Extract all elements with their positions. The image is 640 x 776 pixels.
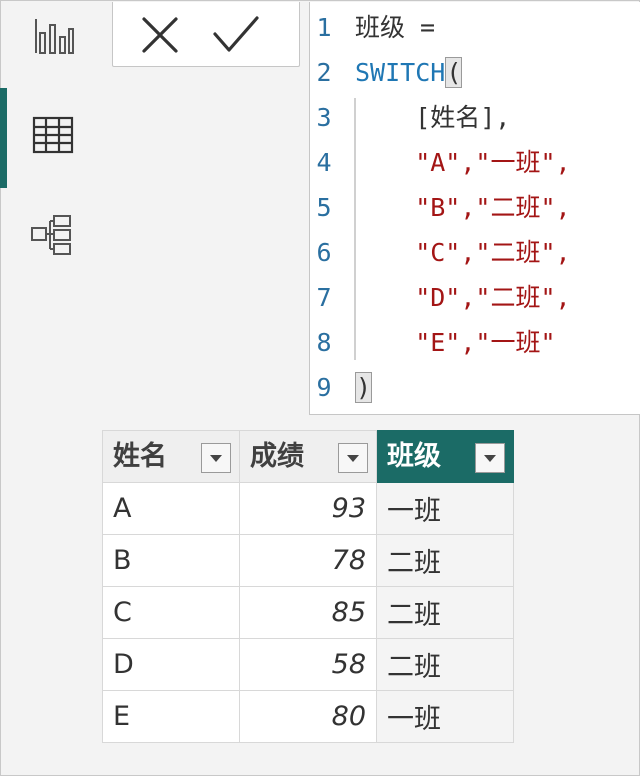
filter-dropdown-icon[interactable] <box>475 442 505 473</box>
filter-dropdown-icon[interactable] <box>338 442 368 473</box>
code-line[interactable]: 5 "B","二班", <box>310 190 640 226</box>
line-number: 7 <box>316 283 332 312</box>
formula-editor[interactable]: 1 班级 = 2 SWITCH(3 [姓名], 4 "A","一班", 5 "B","二班… <box>309 2 640 415</box>
table-row: D 58 二班 <box>102 638 514 691</box>
line-number: 3 <box>316 103 332 132</box>
matched-paren: ) <box>355 372 373 403</box>
cell-score[interactable]: 93 <box>239 482 377 535</box>
cell-class[interactable]: 一班 <box>376 690 514 743</box>
cancel-formula-button[interactable] <box>137 12 183 58</box>
code-token: "D","二班", <box>355 283 571 312</box>
code-text: "C","二班", <box>355 235 571 271</box>
report-view-icon <box>35 19 74 54</box>
confirm-formula-button[interactable] <box>213 12 259 58</box>
view-rail <box>0 0 100 420</box>
column-header-label: 姓名 <box>113 440 167 472</box>
data-table: 姓名 成绩 班级 A 93 一班 B 78 二班 C 85 二班 D 58 二班… <box>102 430 514 743</box>
line-number: 5 <box>316 193 332 222</box>
cell-score[interactable]: 58 <box>239 638 377 691</box>
cell-name[interactable]: C <box>102 586 240 639</box>
table-row: C 85 二班 <box>102 586 514 639</box>
column-header-name[interactable]: 姓名 <box>102 430 240 483</box>
table-view-icon <box>32 116 74 154</box>
code-text: "D","二班", <box>355 280 571 316</box>
code-text: 班级 = <box>355 10 435 46</box>
code-text: "E","一班" <box>355 325 556 361</box>
code-text: "A","一班", <box>355 145 571 181</box>
cell-name[interactable]: D <box>102 638 240 691</box>
table-header-row: 姓名 成绩 班级 <box>102 430 514 483</box>
cell-class[interactable]: 二班 <box>376 534 514 587</box>
line-number: 9 <box>316 373 332 402</box>
matched-paren: ( <box>445 57 463 88</box>
code-line[interactable]: 4 "A","一班", <box>310 145 640 181</box>
code-token: "B","二班", <box>355 193 571 222</box>
report-view-button[interactable] <box>30 15 76 61</box>
table-view-button[interactable] <box>30 112 76 158</box>
code-text: ) <box>355 370 373 406</box>
column-header-class[interactable]: 班级 <box>376 430 514 483</box>
code-line[interactable]: 7 "D","二班", <box>310 280 640 316</box>
code-token: SWITCH <box>355 58 446 87</box>
code-line[interactable]: 2 SWITCH( <box>310 55 640 91</box>
model-view-icon <box>31 215 71 255</box>
column-header-score[interactable]: 成绩 <box>239 430 377 483</box>
table-row: A 93 一班 <box>102 482 514 535</box>
close-icon <box>142 17 178 53</box>
code-line[interactable]: 9) <box>310 370 640 406</box>
formula-commit-bar <box>112 2 300 67</box>
cell-name[interactable]: A <box>102 482 240 535</box>
code-text: "B","二班", <box>355 190 571 226</box>
code-line[interactable]: 8 "E","一班" <box>310 325 640 361</box>
line-number: 6 <box>316 238 332 267</box>
cell-score[interactable]: 78 <box>239 534 377 587</box>
code-token: "A","一班", <box>355 148 571 177</box>
code-text: SWITCH( <box>355 55 463 91</box>
code-line[interactable]: 1 班级 = <box>310 10 640 46</box>
cell-name[interactable]: E <box>102 690 240 743</box>
indent-guide <box>354 98 356 360</box>
code-token: [姓名], <box>355 103 511 132</box>
table-row: B 78 二班 <box>102 534 514 587</box>
code-line[interactable]: 3 [姓名], <box>310 100 640 136</box>
column-header-label: 成绩 <box>250 440 304 472</box>
line-number: 8 <box>316 328 332 357</box>
cell-class[interactable]: 二班 <box>376 586 514 639</box>
cell-name[interactable]: B <box>102 534 240 587</box>
line-number: 2 <box>316 58 332 87</box>
check-icon <box>213 16 259 52</box>
code-token: "E","一班" <box>355 328 556 357</box>
cell-score[interactable]: 80 <box>239 690 377 743</box>
column-header-label: 班级 <box>387 440 441 472</box>
code-token: 班级 = <box>355 13 436 42</box>
line-number: 1 <box>316 13 332 42</box>
code-token: "C","二班", <box>355 238 571 267</box>
cell-score[interactable]: 85 <box>239 586 377 639</box>
model-view-button[interactable] <box>30 212 76 258</box>
filter-dropdown-icon[interactable] <box>201 442 231 473</box>
cell-class[interactable]: 一班 <box>376 482 514 535</box>
code-line[interactable]: 6 "C","二班", <box>310 235 640 271</box>
code-text: [姓名], <box>355 100 510 136</box>
table-row: E 80 一班 <box>102 690 514 743</box>
cell-class[interactable]: 二班 <box>376 638 514 691</box>
line-number: 4 <box>316 148 332 177</box>
active-view-indicator <box>0 88 7 188</box>
